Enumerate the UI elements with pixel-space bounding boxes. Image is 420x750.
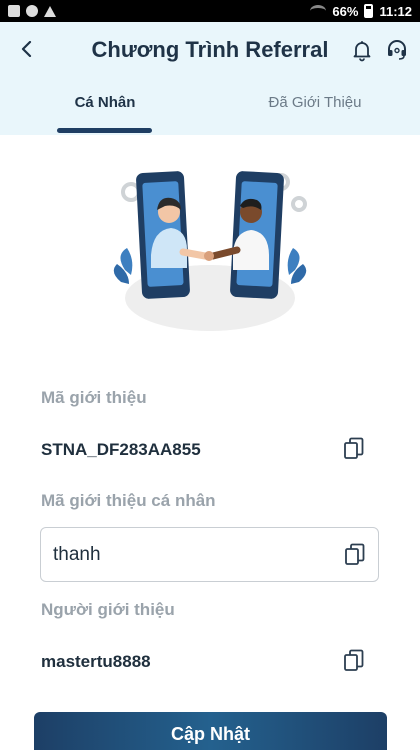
message-notification-icon [26, 5, 38, 17]
image-notification-icon [8, 5, 20, 17]
warning-notification-icon [44, 5, 56, 17]
personal-code-label: Mã giới thiệu cá nhân [41, 491, 216, 510]
active-tab-indicator [57, 128, 152, 133]
support-button[interactable] [385, 38, 409, 62]
app-header: Chương Trình Referral Cá Nhân Đã Giới Th… [0, 22, 420, 135]
clock: 11:12 [379, 3, 412, 19]
wifi-icon [310, 5, 327, 17]
battery-percent: 66% [332, 3, 359, 19]
notification-button[interactable] [350, 38, 374, 62]
personal-code-value[interactable]: thanh [53, 544, 101, 566]
handshake-illustration [113, 171, 307, 331]
battery-icon [364, 4, 374, 18]
referrer-label: Người giới thiệu [41, 600, 175, 619]
referral-code-label: Mã giới thiệu [41, 388, 147, 407]
referral-code-value: STNA_DF283AA855 [41, 440, 201, 459]
copy-icon[interactable] [344, 543, 366, 567]
status-right: 66% 11:12 [310, 4, 412, 19]
referrer-value: mastertu8888 [41, 652, 151, 671]
headset-icon [388, 40, 406, 60]
update-button[interactable]: Cập Nhật [34, 712, 387, 750]
notification-icons [8, 5, 56, 17]
status-bar: 66% 11:12 [0, 0, 420, 22]
copy-icon[interactable] [343, 437, 365, 461]
copy-icon[interactable] [343, 649, 365, 673]
tab-referred[interactable]: Đã Giới Thiệu [240, 92, 390, 135]
personal-code-input[interactable]: thanh [40, 527, 379, 582]
bell-icon [353, 41, 371, 62]
